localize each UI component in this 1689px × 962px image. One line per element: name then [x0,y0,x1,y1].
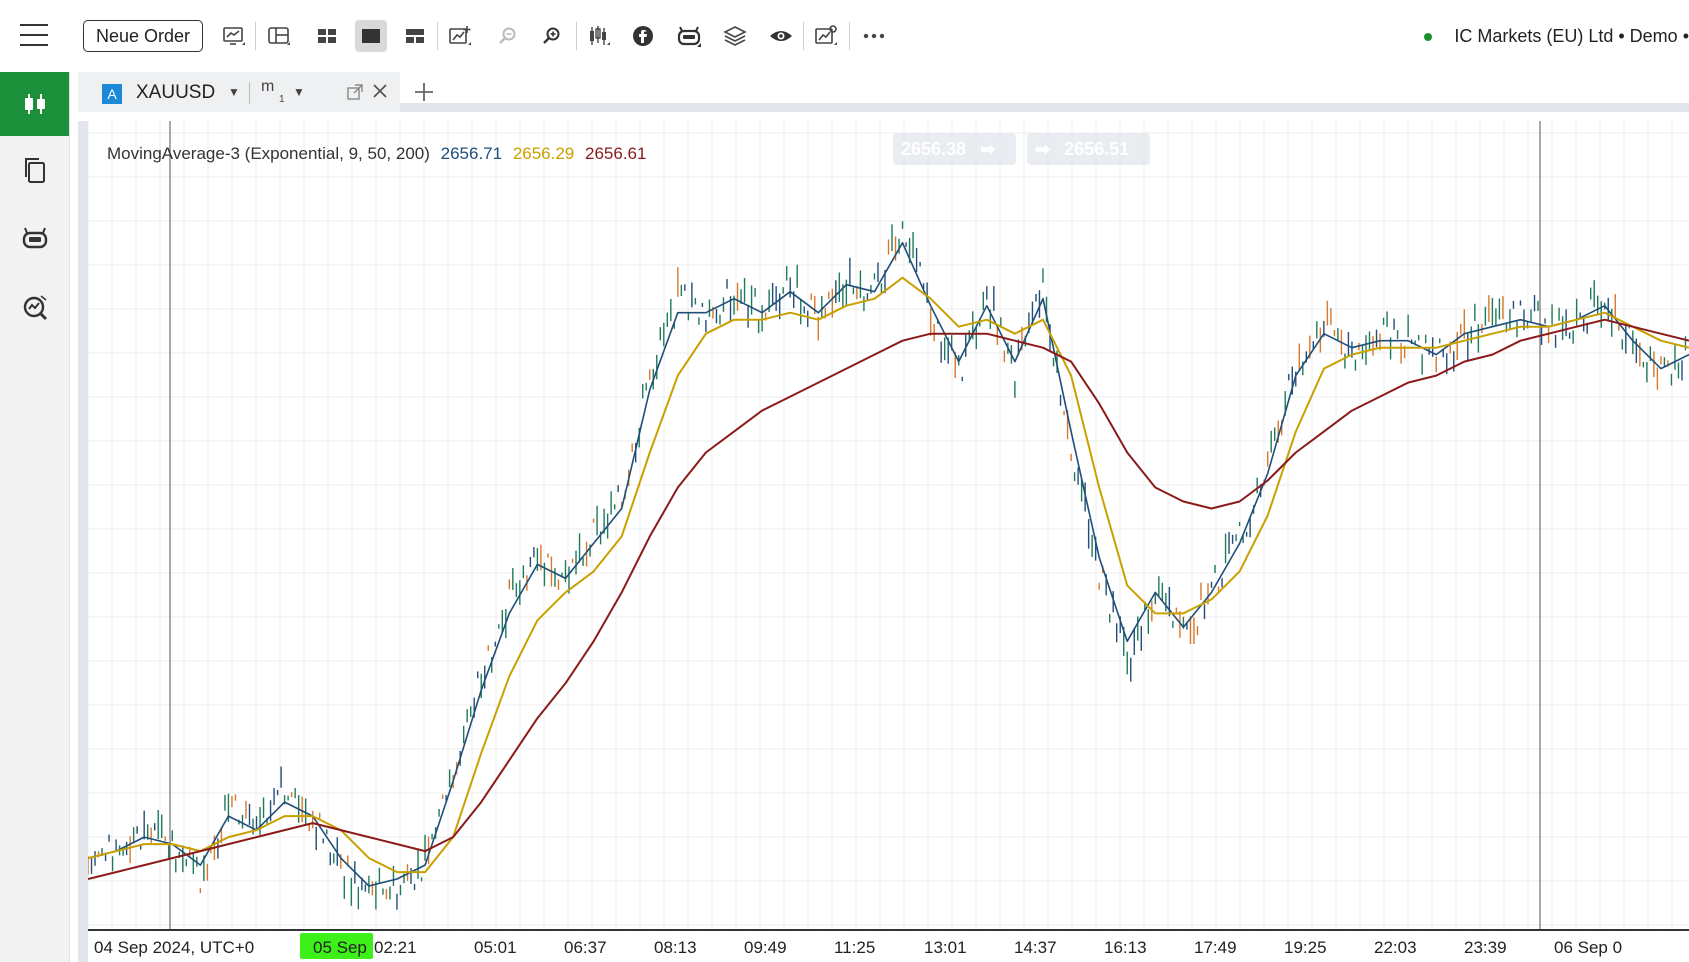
sell-price-button[interactable]: 2656.38 ➡ [893,133,1016,165]
chart-type-icon[interactable] [583,20,615,52]
sell-price: 2656.38 [901,138,967,159]
timeframe-sub-label: 1 [279,94,285,105]
x-tick-label: 11:25 [834,938,876,957]
single-layout-icon[interactable] [355,20,387,52]
x-tick-label: 22:03 [1374,938,1417,957]
zoom-in-icon[interactable] [536,20,568,52]
bot-icon [22,227,47,249]
sidebar-item-copy[interactable] [0,138,69,202]
analysis-icon [23,295,47,321]
drawing-tools-icon[interactable] [444,20,476,52]
indicator-legend[interactable]: MovingAverage-3 (Exponential, 9, 50, 200… [107,144,652,164]
x-tick-label: 23:39 [1464,938,1507,957]
bot-icon[interactable] [673,20,705,52]
left-sidebar [0,72,70,962]
x-tick-label: 17:49 [1194,938,1237,957]
add-tab-icon[interactable] [412,80,436,104]
x-tick-label: 16:13 [1104,938,1147,957]
buy-price: 2656.51 [1064,138,1130,159]
layout-icon[interactable] [263,20,295,52]
symbol-badge: A [102,84,122,104]
timeframe-dropdown-icon[interactable]: ▼ [293,85,305,99]
x-tick-label: 05 Sep [313,938,367,957]
eye-icon[interactable] [765,20,797,52]
ema-200-value: 2656.61 [585,144,647,163]
tab-xauusd[interactable]: A XAUUSD ▼ m 1 ▼ [78,72,400,112]
sidebar-item-trade[interactable] [0,72,69,136]
arrow-right-icon: ➡ [1035,138,1051,159]
chart-area[interactable] [78,121,1689,962]
ema-9-value: 2656.71 [440,144,503,163]
x-tick-label: 13:01 [924,938,967,957]
x-tick-label: 09:49 [744,938,787,957]
ema-50-value: 2656.29 [512,144,575,163]
indicator-name: MovingAverage-3 (Exponential, 9, 50, 200… [107,144,430,163]
copy-icon [24,158,45,183]
broker-status[interactable]: IC Markets (EU) Ltd • Demo • [1424,26,1689,47]
indicator-icon[interactable] [628,20,660,52]
buy-price-button[interactable]: ➡ 2656.51 [1027,133,1150,165]
x-tick-label: 02:21 [374,938,417,957]
split-layout-icon[interactable] [399,20,431,52]
sidebar-item-analyze[interactable] [0,276,69,340]
menu-icon[interactable] [20,24,48,48]
broker-label: IC Markets (EU) Ltd • Demo • [1454,26,1689,46]
chart-display-icon[interactable] [218,20,250,52]
x-tick-label: 19:25 [1284,938,1327,957]
x-tick-label: 08:13 [654,938,697,957]
symbol-name[interactable]: XAUUSD [136,82,215,104]
layers-icon[interactable] [719,20,751,52]
zoom-out-icon[interactable] [492,20,524,52]
close-icon[interactable] [370,81,390,101]
symbol-dropdown-icon[interactable]: ▼ [228,85,240,99]
x-tick-label: 06 Sep 0 [1554,938,1623,957]
x-tick-label: 06:37 [564,938,607,957]
top-toolbar: Neue Order IC Markets (EU) Ltd • Demo • [0,0,1689,72]
grid-layout-icon[interactable] [311,20,343,52]
chart-tabs: A XAUUSD ▼ m 1 ▼ [78,72,1689,112]
new-order-button[interactable]: Neue Order [83,20,204,52]
detach-icon[interactable] [346,83,364,101]
arrow-right-icon: ➡ [980,138,996,159]
timeframe-label[interactable]: m [261,78,274,96]
x-tick-label: 14:37 [1014,938,1057,957]
candles-icon [24,94,45,114]
sidebar-item-automate[interactable] [0,206,69,270]
time-axis[interactable]: 04 Sep 2024, UTC+0 05 Sep 02:21 05:01 06:37 0… [88,929,1689,962]
x-tick-label: 05:01 [474,938,517,957]
x-tick-label: 04 Sep 2024, UTC+0 [94,938,255,957]
chart-settings-icon[interactable] [810,20,842,52]
connection-status-icon [1424,32,1433,41]
more-icon[interactable] [858,20,890,52]
price-chart[interactable] [88,121,1689,962]
